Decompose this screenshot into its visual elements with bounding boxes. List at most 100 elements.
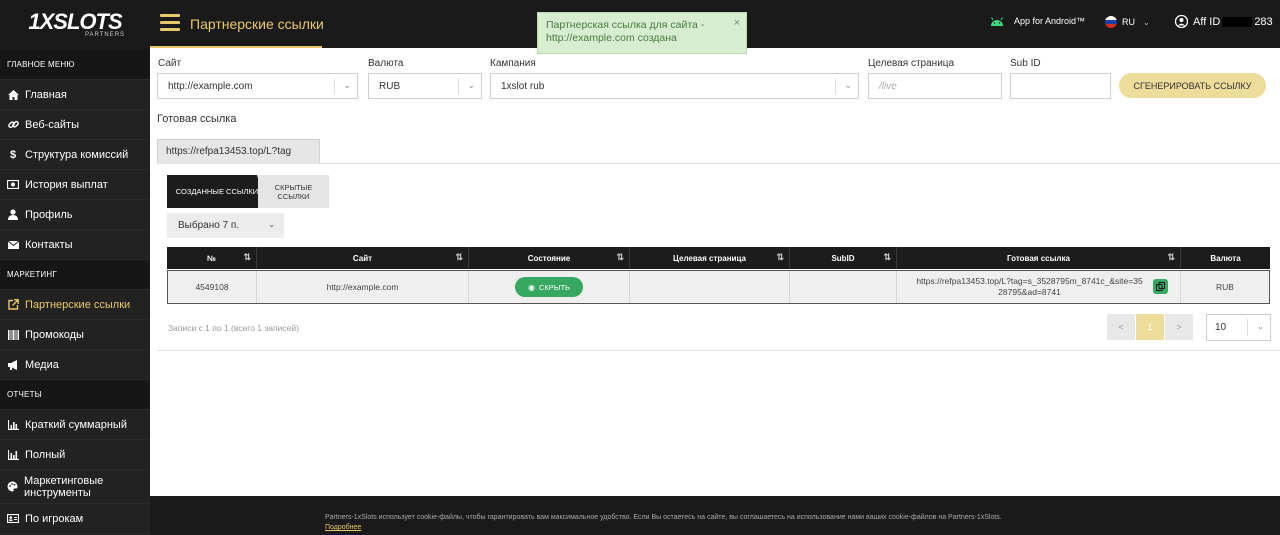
sidebar-item-label: Главная xyxy=(25,88,67,101)
table-header: № ⇅ Сайт ⇅ Состояние ⇅ Целевая страница ⇅ Su… xyxy=(167,247,1270,269)
records-info: Записи с 1 по 1 (всего 1 записей) xyxy=(168,323,299,333)
column-header-subid[interactable]: SubID ⇅ xyxy=(790,247,897,269)
column-header-currency[interactable]: Валюта xyxy=(1181,247,1270,269)
next-page-button[interactable]: > xyxy=(1165,314,1193,340)
column-header-link[interactable]: Готовая ссылка ⇅ xyxy=(897,247,1181,269)
sidebar-item-label: Промокоды xyxy=(25,328,84,341)
user-icon xyxy=(7,209,19,221)
menu-toggle-icon[interactable] xyxy=(160,14,180,32)
generate-link-button[interactable]: Сгенерировать ссылку xyxy=(1119,73,1266,98)
sidebar-item-payouts[interactable]: История выплат xyxy=(0,170,150,200)
success-toast: Партнерская ссылка для сайта - http://ex… xyxy=(537,12,747,54)
tab-created-links[interactable]: Созданные ссылки xyxy=(167,175,267,208)
account-menu[interactable]: Aff ID 283 xyxy=(1175,15,1273,28)
column-header-site[interactable]: Сайт ⇅ xyxy=(257,247,469,269)
columns-select[interactable]: Выбрано 7 п. ⌄ xyxy=(167,213,284,238)
sidebar-item-contacts[interactable]: Контакты xyxy=(0,230,150,260)
sidebar-item-label: Медиа xyxy=(25,358,59,371)
section-reports: ОТЧЕТЫ xyxy=(0,380,150,410)
chevron-down-icon: ⌄ xyxy=(1143,17,1150,27)
dollar-icon: $ xyxy=(9,148,17,161)
aff-id-prefix: Aff ID xyxy=(1193,15,1221,28)
barcode-icon xyxy=(7,329,19,341)
cell-id: 4549108 xyxy=(168,271,257,303)
campaign-select[interactable]: 1xslot rub ⌄ xyxy=(490,73,859,99)
columns-select-value: Выбрано 7 п. xyxy=(178,220,240,231)
column-header-label: Валюта xyxy=(1210,253,1241,263)
sidebar-item-label: Профиль xyxy=(25,208,73,221)
more-link[interactable]: Подробнее xyxy=(325,524,361,531)
language-selector[interactable]: RU ⌄ xyxy=(1105,16,1150,28)
sidebar-item-media[interactable]: Медиа xyxy=(0,350,150,380)
subid-input[interactable] xyxy=(1010,73,1111,99)
target-page-input[interactable]: /live xyxy=(868,73,1002,99)
target-page-placeholder: /live xyxy=(879,80,897,92)
envelope-icon xyxy=(7,239,19,251)
aff-id-redacted xyxy=(1222,16,1253,27)
cookie-notice: Partners-1xSlots использует cookie-файлы… xyxy=(325,514,1002,521)
sort-icon: ⇅ xyxy=(776,252,784,262)
column-header-label: Готовая ссылка xyxy=(1007,253,1070,263)
russia-flag-icon xyxy=(1105,16,1117,28)
column-header-target[interactable]: Целевая страница ⇅ xyxy=(630,247,790,269)
per-page-value: 10 xyxy=(1215,322,1227,333)
toast-message: Партнерская ссылка для сайта - http://ex… xyxy=(546,19,705,44)
eye-icon: ◉ xyxy=(528,282,536,292)
sidebar-item-marketing-tools[interactable]: Маркетинговые инструменты xyxy=(0,470,150,504)
sidebar-item-label: Полный xyxy=(25,448,66,461)
sort-icon: ⇅ xyxy=(243,252,251,262)
aff-id-suffix: 283 xyxy=(1254,15,1273,28)
chevron-down-icon: ⌄ xyxy=(268,220,275,229)
home-icon xyxy=(7,89,19,101)
sidebar-item-websites[interactable]: Веб-сайты xyxy=(0,110,150,140)
cell-link-text: https://refpa13453.top/L?tag=s_3528795m_… xyxy=(916,276,1143,297)
site-value: http://example.com xyxy=(168,80,253,92)
tab-hidden-links[interactable]: Скрытые ссылки xyxy=(258,175,329,208)
page-button[interactable]: 1 xyxy=(1136,314,1164,340)
ready-link-field[interactable]: https://refpa13453.top/L?tag xyxy=(157,139,320,164)
external-link-icon xyxy=(7,299,19,311)
prev-page-button[interactable]: < xyxy=(1107,314,1135,340)
sidebar-item-full-report[interactable]: Полный xyxy=(0,440,150,470)
sidebar: 1XSLOTS PARTNERS ГЛАВНОЕ МЕНЮ Главная Ве… xyxy=(0,0,150,535)
cell-subid xyxy=(790,271,897,303)
palette-icon xyxy=(7,481,18,493)
site-select[interactable]: http://example.com ⌄ xyxy=(157,73,358,99)
hide-label: Скрыть xyxy=(539,282,570,292)
sidebar-item-profile[interactable]: Профиль xyxy=(0,200,150,230)
chevron-down-icon: ⌄ xyxy=(343,80,351,90)
sidebar-item-summary-report[interactable]: Краткий суммарный xyxy=(0,410,150,440)
per-page-select[interactable]: 10 ⌄ xyxy=(1206,314,1271,341)
sidebar-item-by-players[interactable]: По игрокам xyxy=(0,504,150,534)
column-header-number[interactable]: № ⇅ xyxy=(167,247,257,269)
site-label: Сайт xyxy=(158,58,182,69)
close-icon[interactable]: × xyxy=(734,17,740,30)
sidebar-item-home[interactable]: Главная xyxy=(0,80,150,110)
hide-link-button[interactable]: ◉ Скрыть xyxy=(515,277,583,297)
sidebar-item-partner-links[interactable]: Партнерские ссылки xyxy=(0,290,150,320)
divider xyxy=(157,350,1280,351)
copy-icon[interactable] xyxy=(1153,279,1168,294)
cash-icon xyxy=(7,179,19,191)
android-app-link[interactable]: App for Android™ xyxy=(990,16,1085,26)
chevron-down-icon: ⌄ xyxy=(1257,322,1264,331)
ready-link-label: Готовая ссылка xyxy=(157,113,237,125)
column-header-label: SubID xyxy=(831,253,855,263)
id-card-icon xyxy=(7,513,19,525)
link-icon xyxy=(7,119,19,131)
sidebar-item-commission[interactable]: $ Структура комиссий xyxy=(0,140,150,170)
table-row: 4549108 http://example.com ◉ Скрыть http… xyxy=(167,270,1270,304)
sort-icon: ⇅ xyxy=(455,252,463,262)
sidebar-item-promocodes[interactable]: Промокоды xyxy=(0,320,150,350)
cell-state: ◉ Скрыть xyxy=(469,271,630,303)
sidebar-item-label: История выплат xyxy=(25,178,108,191)
brand-logo[interactable]: 1XSLOTS PARTNERS xyxy=(0,0,150,50)
campaign-label: Кампания xyxy=(490,58,536,69)
column-header-state[interactable]: Состояние ⇅ xyxy=(469,247,630,269)
sidebar-item-label: Структура комиссий xyxy=(25,148,129,161)
android-label: App for Android™ xyxy=(1014,16,1086,26)
section-marketing: МАРКЕТИНГ xyxy=(0,260,150,290)
subid-label: Sub ID xyxy=(1010,58,1041,69)
currency-select[interactable]: RUB ⌄ xyxy=(368,73,482,99)
title-underline xyxy=(150,46,322,48)
